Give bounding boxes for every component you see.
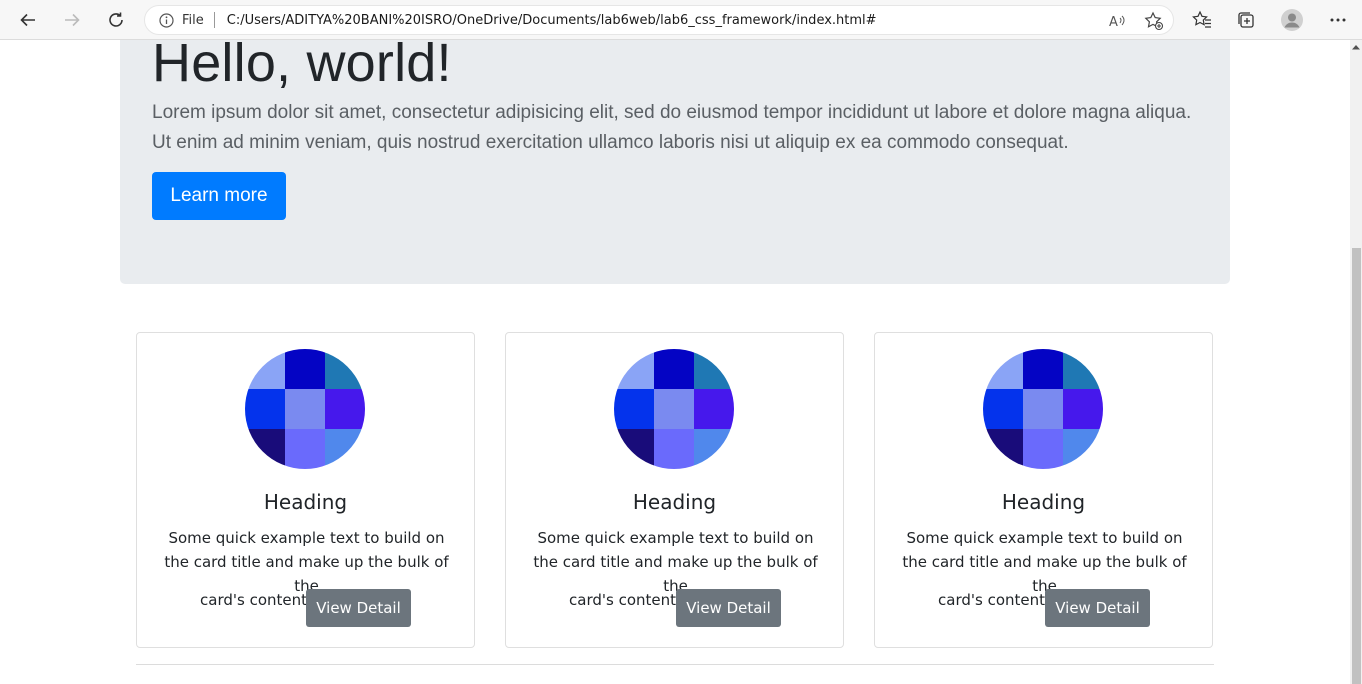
read-aloud-icon[interactable]: A: [1107, 10, 1129, 32]
card-image-tile: [325, 349, 365, 389]
card-title: Heading: [632, 490, 717, 514]
arrow-left-icon: [20, 13, 35, 27]
more-options-icon[interactable]: [1326, 8, 1350, 32]
info-icon[interactable]: [158, 12, 174, 28]
card-text: Some quick example text to build on the …: [902, 529, 1187, 595]
card-text-last-line: card's content.: [569, 591, 681, 609]
card-image-tile: [285, 429, 325, 469]
address-separator: [213, 12, 215, 28]
card-image-tile: [654, 389, 694, 429]
browser-toolbar: File C:/Users/ADITYA%20BANI%20ISRO/OneDr…: [0, 0, 1362, 40]
learn-more-button[interactable]: Learn more: [152, 172, 286, 220]
card-image-tile: [694, 349, 734, 389]
view-detail-button[interactable]: View Detail: [306, 589, 411, 627]
card-image-tile: [245, 389, 285, 429]
card-image-tile: [654, 349, 694, 389]
card-image-tile: [983, 429, 1023, 469]
card-image-tile: [983, 349, 1023, 389]
address-bar[interactable]: File C:/Users/ADITYA%20BANI%20ISRO/OneDr…: [144, 5, 1174, 35]
card-image-tile: [983, 389, 1023, 429]
scrollbar-thumb[interactable]: [1352, 248, 1361, 684]
card-image-tile: [1023, 389, 1063, 429]
refresh-button[interactable]: [100, 4, 132, 36]
card-image-tile: [614, 429, 654, 469]
add-favorite-icon[interactable]: [1143, 10, 1165, 32]
forward-button[interactable]: [56, 4, 88, 36]
back-button[interactable]: [12, 4, 44, 36]
card-image-tile: [245, 429, 285, 469]
card-image-tile: [654, 429, 694, 469]
card-title: Heading: [1001, 490, 1086, 514]
card: Heading Some quick example text to build…: [874, 332, 1213, 648]
card-image-tile: [245, 349, 285, 389]
jumbotron: Hello, world! Lorem ipsum dolor sit amet…: [120, 40, 1230, 284]
favorites-icon[interactable]: [1190, 8, 1214, 32]
card-image: [614, 349, 734, 469]
svg-text:A: A: [1109, 15, 1118, 29]
page-viewport: Hello, world! Lorem ipsum dolor sit amet…: [0, 40, 1350, 684]
vertical-scrollbar[interactable]: [1350, 40, 1362, 684]
card-image-tile: [1063, 349, 1103, 389]
arrow-right-icon: [65, 13, 80, 27]
scroll-up-arrow-icon[interactable]: [1350, 40, 1362, 54]
card-text: Some quick example text to build on the …: [164, 529, 449, 595]
file-label: File: [182, 12, 204, 28]
card-image-tile: [694, 429, 734, 469]
card: Heading Some quick example text to build…: [505, 332, 844, 648]
card-text-last-line: card's content.: [200, 591, 312, 609]
card-image-tile: [1023, 349, 1063, 389]
card-image-tile: [325, 389, 365, 429]
jumbotron-title: Hello, world!: [152, 40, 452, 93]
card-image-tile: [1023, 429, 1063, 469]
view-detail-button[interactable]: View Detail: [1045, 589, 1150, 627]
card-image-tile: [614, 389, 654, 429]
card-title: Heading: [263, 490, 348, 514]
card-image-tile: [1063, 389, 1103, 429]
card-image-tile: [285, 389, 325, 429]
card-image: [983, 349, 1103, 469]
jumbotron-lead: Lorem ipsum dolor sit amet, consectetur …: [152, 102, 1192, 153]
refresh-icon: [109, 12, 123, 27]
card-image-tile: [694, 389, 734, 429]
card-image-tile: [325, 429, 365, 469]
card-image-tile: [285, 349, 325, 389]
card-text: Some quick example text to build on the …: [533, 529, 818, 595]
collections-icon[interactable]: [1234, 8, 1258, 32]
profile-avatar-icon[interactable]: [1280, 8, 1304, 32]
card-image: [245, 349, 365, 469]
card: Heading Some quick example text to build…: [136, 332, 475, 648]
footer-divider: [136, 664, 1214, 665]
card-image-tile: [1063, 429, 1103, 469]
card-image-tile: [614, 349, 654, 389]
card-text-last-line: card's content.: [938, 591, 1050, 609]
url-text[interactable]: C:/Users/ADITYA%20BANI%20ISRO/OneDrive/D…: [227, 13, 877, 28]
view-detail-button[interactable]: View Detail: [676, 589, 781, 627]
